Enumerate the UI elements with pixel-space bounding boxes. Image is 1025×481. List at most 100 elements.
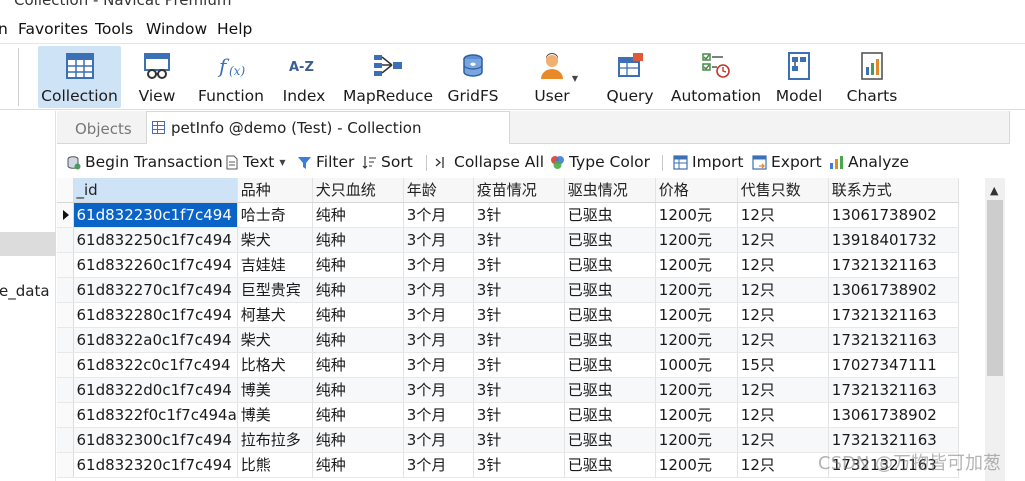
table-cell[interactable]: 3针 — [473, 377, 565, 403]
table-cell[interactable]: 已驱虫 — [564, 227, 656, 253]
table-cell[interactable]: 博美 — [237, 377, 313, 403]
table-cell[interactable]: 纯种 — [312, 302, 404, 328]
table-cell[interactable]: 61d8322a0c1f7c494 — [73, 327, 238, 353]
table-cell[interactable]: 1200元 — [655, 427, 738, 453]
table-cell[interactable]: 3个月 — [403, 302, 474, 328]
table-cell[interactable]: 3针 — [473, 427, 565, 453]
row-indicator[interactable] — [57, 227, 74, 253]
table-cell[interactable]: 3个月 — [403, 402, 474, 428]
table-cell[interactable]: 已驱虫 — [564, 402, 656, 428]
table-cell[interactable]: 12只 — [737, 402, 829, 428]
user-dropdown-icon[interactable]: ▼ — [572, 74, 578, 83]
table-cell[interactable]: 已驱虫 — [564, 327, 656, 353]
table-cell[interactable]: 纯种 — [312, 427, 404, 453]
collapse-all-button[interactable]: Collapse All — [435, 153, 544, 171]
table-cell[interactable]: 1200元 — [655, 227, 738, 253]
table-cell[interactable]: 吉娃娃 — [237, 252, 313, 278]
table-cell[interactable]: 17321321163 — [828, 302, 959, 328]
table-cell[interactable]: 3个月 — [403, 327, 474, 353]
type-color-button[interactable]: Type Color — [550, 153, 650, 171]
column-header[interactable]: 疫苗情况 — [473, 178, 565, 203]
table-cell[interactable]: 12只 — [737, 252, 829, 278]
table-cell[interactable]: 17321321163 — [828, 252, 959, 278]
column-header[interactable]: 驱虫情况 — [564, 178, 656, 203]
table-cell[interactable]: 柯基犬 — [237, 302, 313, 328]
table-cell[interactable]: 3针 — [473, 452, 565, 478]
begin-transaction-button[interactable]: Begin Transaction — [66, 153, 223, 171]
scrollbar-thumb[interactable] — [987, 200, 1003, 376]
table-cell[interactable]: 13061738902 — [828, 402, 959, 428]
automation-button[interactable]: Automation — [669, 46, 763, 108]
table-cell[interactable]: 61d832320c1f7c494 — [73, 452, 238, 478]
table-cell[interactable]: 61d832250c1f7c494 — [73, 227, 238, 253]
table-cell[interactable]: 12只 — [737, 277, 829, 303]
row-indicator[interactable] — [57, 252, 74, 278]
table-cell[interactable]: 纯种 — [312, 402, 404, 428]
sort-button[interactable]: Sort — [362, 153, 413, 171]
table-cell[interactable]: 已驱虫 — [564, 452, 656, 478]
table-cell[interactable]: 3个月 — [403, 252, 474, 278]
gridfs-button[interactable]: GridFS — [444, 46, 502, 108]
row-indicator[interactable] — [57, 327, 74, 353]
table-cell[interactable]: 3针 — [473, 327, 565, 353]
table-row[interactable]: 61d832260c1f7c494 吉娃娃 纯种 3个月 3针 已驱虫 1200元 12只 17… — [57, 252, 959, 278]
table-cell[interactable]: 3针 — [473, 227, 565, 253]
table-cell[interactable]: 3个月 — [403, 277, 474, 303]
table-cell[interactable]: 61d832270c1f7c494 — [73, 277, 238, 303]
table-cell[interactable]: 博美 — [237, 402, 313, 428]
table-cell[interactable]: 17027347111 — [828, 352, 959, 378]
table-cell[interactable]: 柴犬 — [237, 327, 313, 353]
table-cell[interactable]: 3个月 — [403, 377, 474, 403]
column-header[interactable]: 联系方式 — [828, 178, 959, 203]
row-indicator[interactable] — [57, 377, 74, 403]
table-cell[interactable]: 纯种 — [312, 252, 404, 278]
tab-collection-document[interactable]: petInfo @demo (Test) - Collection — [146, 111, 510, 144]
navigation-selected-item[interactable] — [0, 232, 56, 256]
table-cell[interactable]: 巨型贵宾 — [237, 277, 313, 303]
table-cell[interactable]: 61d8322f0c1f7c494a — [73, 402, 238, 428]
row-indicator[interactable] — [57, 277, 74, 303]
model-button[interactable]: Model — [772, 46, 826, 108]
filter-button[interactable]: Filter — [297, 153, 354, 171]
table-cell[interactable]: 3针 — [473, 402, 565, 428]
column-header[interactable]: 年龄 — [403, 178, 474, 203]
table-cell[interactable]: 已驱虫 — [564, 202, 656, 228]
table-cell[interactable]: 已驱虫 — [564, 352, 656, 378]
table-cell[interactable]: 17321321163 — [828, 377, 959, 403]
table-cell[interactable]: 12只 — [737, 227, 829, 253]
table-row[interactable]: 61d8322f0c1f7c494a 博美 纯种 3个月 3针 已驱虫 1200元 12只 13… — [57, 402, 959, 428]
index-button[interactable]: A-Z Index — [278, 46, 330, 108]
analyze-button[interactable]: Analyze — [829, 153, 909, 171]
charts-button[interactable]: Charts — [846, 46, 898, 108]
table-cell[interactable]: 15只 — [737, 352, 829, 378]
table-cell[interactable]: 61d832300c1f7c494 — [73, 427, 238, 453]
text-view-button[interactable]: Text ▼ — [224, 153, 286, 171]
table-cell[interactable]: 比熊 — [237, 452, 313, 478]
table-cell[interactable]: 61d832260c1f7c494 — [73, 252, 238, 278]
table-cell[interactable]: 1200元 — [655, 277, 738, 303]
navigation-item-truncated[interactable]: e_data — [0, 282, 50, 300]
table-cell[interactable]: 3针 — [473, 277, 565, 303]
collection-button[interactable]: Collection — [38, 46, 121, 108]
column-header[interactable]: 价格 — [655, 178, 738, 203]
table-cell[interactable]: 12只 — [737, 202, 829, 228]
view-button[interactable]: View — [131, 46, 183, 108]
table-cell[interactable]: 1000元 — [655, 352, 738, 378]
table-cell[interactable]: 拉布拉多 — [237, 427, 313, 453]
table-cell[interactable]: 3针 — [473, 202, 565, 228]
table-cell[interactable]: 1200元 — [655, 252, 738, 278]
column-header[interactable]: 犬只血统 — [312, 178, 404, 203]
row-indicator[interactable] — [57, 352, 74, 378]
table-cell[interactable]: 已驱虫 — [564, 377, 656, 403]
table-cell[interactable]: 柴犬 — [237, 227, 313, 253]
table-cell[interactable]: 3个月 — [403, 452, 474, 478]
table-cell[interactable]: 3个月 — [403, 227, 474, 253]
menu-window[interactable]: Window — [146, 20, 207, 38]
table-cell[interactable]: 纯种 — [312, 202, 404, 228]
table-cell[interactable]: 12只 — [737, 377, 829, 403]
table-row[interactable]: 61d832270c1f7c494 巨型贵宾 纯种 3个月 3针 已驱虫 1200元 12只 1… — [57, 277, 959, 303]
table-cell[interactable]: 1200元 — [655, 377, 738, 403]
table-cell[interactable]: 12只 — [737, 302, 829, 328]
table-cell[interactable]: 1200元 — [655, 327, 738, 353]
table-cell[interactable]: 61d8322c0c1f7c494 — [73, 352, 238, 378]
